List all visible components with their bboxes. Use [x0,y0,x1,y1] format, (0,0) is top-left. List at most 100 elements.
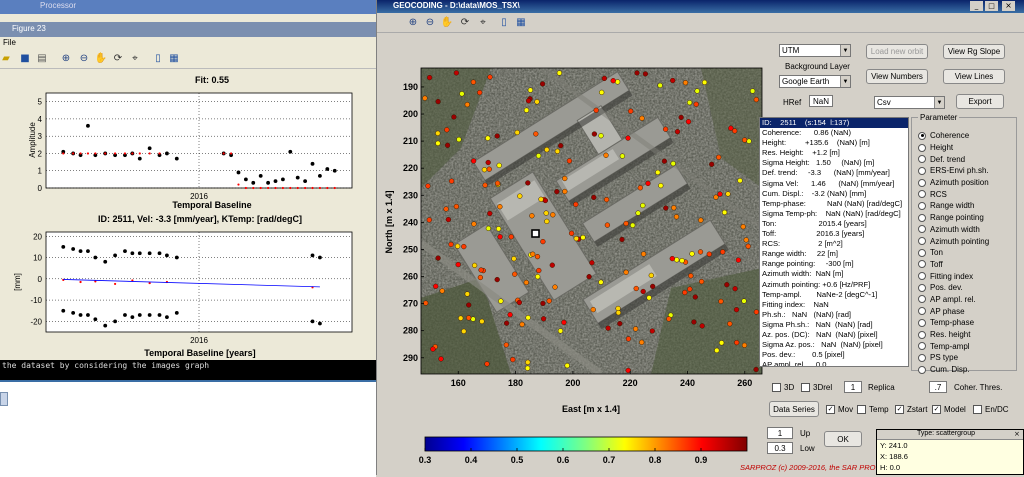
rotate-icon[interactable]: ⟳ [112,52,124,64]
point-info-list[interactable]: ID: 2511 (s:154 l:137) Coherence: 0.86 (N… [759,117,909,367]
model-checkbox[interactable]: ✓ Model [932,405,966,414]
export-button[interactable]: Export [956,94,1004,109]
info-line[interactable]: Cum. Displ.: -3.2 (NaN) [mm] [760,189,908,199]
parameter-radio-range-pointing[interactable]: Range pointing [918,212,1016,224]
parameter-radio-rcs[interactable]: RCS [918,188,1016,200]
parameter-radio-azimuth-pointing[interactable]: Azimuth pointing [918,235,1016,247]
info-line[interactable]: Sigma Height: 1.50 (NaN) [m] [760,158,908,168]
parameter-radio-def-trend[interactable]: Def. trend [918,153,1016,165]
geocoding-titlebar[interactable]: GEOCODING - D:\data\MOS_TSX\ _ □ × [377,0,1024,13]
parameter-radio-ap-ampl-rel[interactable]: AP ampl. rel. [918,294,1016,306]
colorbar-icon[interactable]: ▯ [498,16,510,28]
href-input[interactable]: NaN [809,95,833,107]
displacement-ytick-label: -10 [30,296,42,305]
info-line[interactable]: Temp-ampl. NaNe-2 [degC^-1] [760,290,908,300]
rotate-icon[interactable]: ⟳ [459,16,471,28]
parameter-radio-ers-envi-ph-sh[interactable]: ERS-Envi ph.sh. [918,165,1016,177]
close-icon[interactable]: × [1002,1,1015,11]
info-line[interactable]: Sigma Ph.sh.: NaN (NaN) [rad] [760,320,908,330]
figure23-titlebar[interactable]: Figure 23 [0,22,376,37]
amplitude-point [251,180,256,185]
lower-panel-scroll[interactable] [0,392,8,406]
coher-thres-label: Coher. Thres. [954,383,1003,392]
endc-checkbox[interactable]: En/DC [973,405,1009,414]
info-line[interactable]: Def. trend: -3.3 (NaN) [mm/year] [760,168,908,178]
info-line[interactable]: Pos. dev.: 0.5 [pixel] [760,350,908,360]
data-cursor-icon[interactable]: ⌖ [129,52,141,64]
parameter-radio-cum-disp[interactable]: Cum. Disp. [918,364,1016,376]
info-line[interactable]: Ton: 2015.4 [years] [760,219,908,229]
data-cursor-icon[interactable]: ⌖ [477,16,489,28]
coher-thres-input[interactable]: .7 [929,381,947,393]
info-line[interactable]: Toff: 2016.3 [years] [760,229,908,239]
view-lines-button[interactable]: View Lines [943,69,1005,84]
parameter-radio-temp-ampl[interactable]: Temp-ampl [918,340,1016,352]
3drel-checkbox[interactable]: 3Drel [801,383,832,392]
save-icon[interactable]: ■ [19,52,31,64]
info-line-selected[interactable]: ID: 2511 (s:154 l:137) [760,118,908,129]
load-new-orbit-button[interactable]: Load new orbit [866,44,928,59]
menu-file[interactable]: File [3,38,16,47]
info-line[interactable]: Azimuth pointing: +0.6 [Hz/PRF] [760,280,908,290]
info-line[interactable]: Ph.sh.: NaN (NaN) [rad] [760,310,908,320]
projection-select[interactable]: UTM ▼ [779,44,851,57]
background-layer-select[interactable]: Google Earth ▼ [779,75,851,88]
parameter-radio-azimuth-position[interactable]: Azimuth position [918,177,1016,189]
view-rg-slope-button[interactable]: View Rg Slope [943,44,1005,59]
minimize-icon[interactable]: _ [970,1,983,11]
info-line[interactable]: Sigma Az. pos.: NaN (NaN) [pixel] [760,340,908,350]
parameter-radio-toff[interactable]: Toff [918,259,1016,271]
3d-checkbox[interactable]: 3D [772,383,794,392]
close-icon[interactable]: × [1014,430,1020,438]
parameter-radio-res-height[interactable]: Res. height [918,329,1016,341]
info-line[interactable]: Height: +135.6 (NaN) [m] [760,138,908,148]
pan-icon[interactable]: ✋ [95,52,107,64]
info-line[interactable]: Azimuth width: NaN [m] [760,269,908,279]
zoom-out-icon[interactable]: ⊖ [78,52,90,64]
export-format-select[interactable]: Csv ▼ [874,96,945,109]
replica-input[interactable]: 1 [844,381,862,393]
parameter-radio-coherence[interactable]: Coherence [918,130,1016,142]
maximize-icon[interactable]: □ [985,1,998,11]
temp-checkbox[interactable]: Temp [857,405,889,414]
displacement-point [130,315,135,320]
info-line[interactable]: RCS: 2 [m^2] [760,239,908,249]
parameter-radio-temp-phase[interactable]: Temp-phase [918,317,1016,329]
parameter-radio-height[interactable]: Height [918,142,1016,154]
ok-button[interactable]: OK [824,431,862,447]
print-icon[interactable]: ▤ [36,52,48,64]
info-line[interactable]: Sigma Temp-ph: NaN (NaN) [rad/degC] [760,209,908,219]
parameter-radio-range-width[interactable]: Range width [918,200,1016,212]
parameter-radio-azimuth-width[interactable]: Azimuth width [918,224,1016,236]
zoom-in-icon[interactable]: ⊕ [407,16,419,28]
view-numbers-button[interactable]: View Numbers [866,69,928,84]
info-line[interactable]: Sigma Vel: 1.46 (NaN) [mm/year] [760,179,908,189]
zoom-out-icon[interactable]: ⊖ [424,16,436,28]
legend-icon[interactable]: ▦ [168,52,180,64]
info-line[interactable]: Res. Height: +1.2 [m] [760,148,908,158]
zoom-in-icon[interactable]: ⊕ [60,52,72,64]
info-line[interactable]: AP ampl. rel. 0.0 [760,360,908,366]
mov-checkbox[interactable]: ✓ Mov [826,405,853,414]
colorbar-icon[interactable]: ▯ [152,52,164,64]
parameter-radio-ton[interactable]: Ton [918,247,1016,259]
info-line[interactable]: Range width: 22 [m] [760,249,908,259]
amplitude-point [281,186,285,190]
parameter-radio-pos-dev[interactable]: Pos. dev. [918,282,1016,294]
data-series-button[interactable]: Data Series [769,401,819,417]
zstart-checkbox[interactable]: ✓ Zstart [895,405,927,414]
parameter-radio-ap-phase[interactable]: AP phase [918,305,1016,317]
parameter-radio-fitting-index[interactable]: Fitting index [918,270,1016,282]
info-line[interactable]: Coherence: 0.86 (NaN) [760,128,908,138]
low-input[interactable]: 0.3 [767,442,793,454]
info-line[interactable]: Fitting index: NaN [760,300,908,310]
parameter-radio-ps-type[interactable]: PS type [918,352,1016,364]
legend-icon[interactable]: ▦ [515,16,527,28]
pan-icon[interactable]: ✋ [441,16,453,28]
open-icon[interactable]: ▰ [0,52,12,64]
info-line[interactable]: Range pointing: -300 [m] [760,259,908,269]
up-input[interactable]: 1 [767,427,793,439]
map-xtick-label: 260 [737,378,752,388]
info-line[interactable]: Temp-phase: NaN (NaN) [rad/degC] [760,199,908,209]
info-line[interactable]: Az. pos. (DC): NaN (NaN) [pixel] [760,330,908,340]
